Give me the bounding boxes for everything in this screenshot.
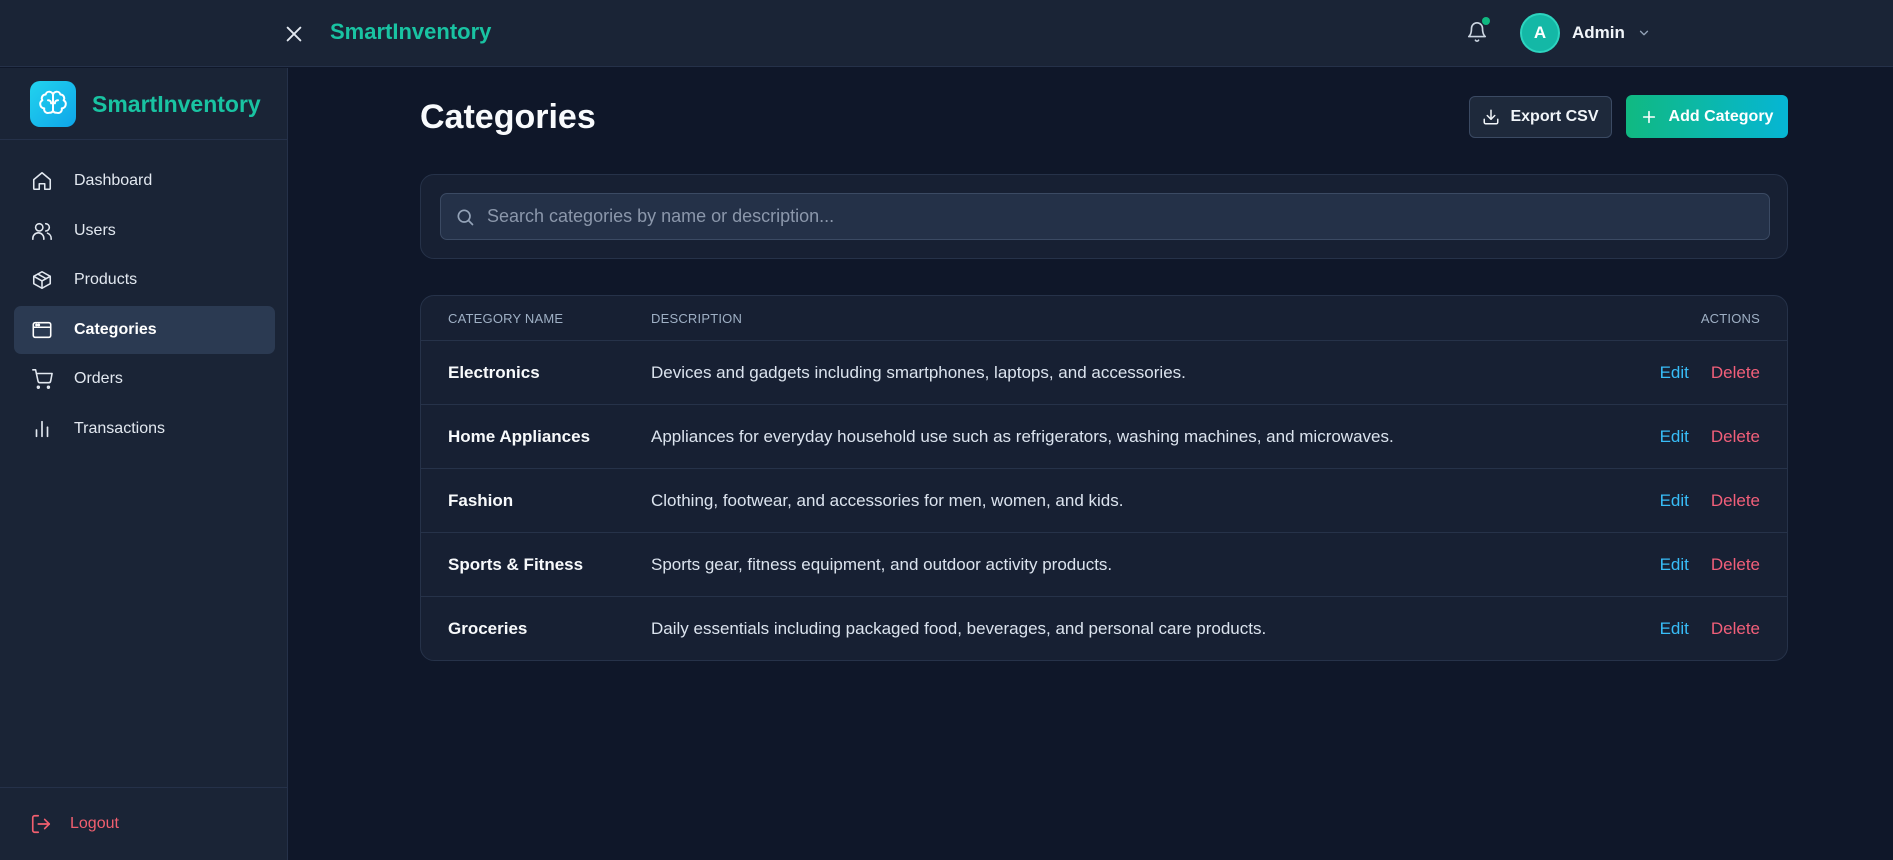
cart-icon (30, 367, 54, 391)
category-description: Clothing, footwear, and accessories for … (651, 490, 1124, 510)
window-icon (30, 318, 54, 342)
logout-button[interactable]: Logout (30, 813, 119, 835)
category-description: Appliances for everyday household use su… (651, 426, 1394, 446)
sidebar-nav: Dashboard Users Products Categories Orde… (14, 157, 275, 454)
sidebar-item-products[interactable]: Products (14, 256, 275, 304)
category-name: Home Appliances (448, 426, 591, 446)
edit-button[interactable]: Edit (1660, 555, 1689, 574)
avatar: A (1520, 13, 1560, 53)
row-actions: Edit Delete (1587, 619, 1787, 639)
sidebar-item-label: Categories (74, 320, 157, 338)
logout-icon (31, 814, 51, 834)
edit-button[interactable]: Edit (1660, 363, 1689, 382)
sidebar-item-transactions[interactable]: Transactions (14, 405, 275, 453)
table-row: Groceries Daily essentials including pac… (421, 597, 1787, 660)
table-row: Sports & Fitness Sports gear, fitness eq… (421, 533, 1787, 597)
sidebar-item-label: Transactions (74, 419, 165, 437)
row-actions: Edit Delete (1587, 555, 1787, 575)
sidebar-item-orders[interactable]: Orders (14, 355, 275, 403)
delete-button[interactable]: Delete (1711, 363, 1760, 382)
topbar-brand: SmartInventory (330, 19, 492, 44)
add-category-label: Add Category (1668, 107, 1774, 125)
package-icon (30, 268, 54, 292)
home-icon (30, 169, 54, 193)
sidebar-item-users[interactable]: Users (14, 207, 275, 255)
sidebar-item-label: Orders (74, 370, 123, 387)
category-name: Groceries (448, 619, 528, 638)
sidebar-item-label: Products (74, 271, 138, 288)
category-name: Sports & Fitness (448, 554, 584, 574)
notification-dot (1482, 17, 1490, 25)
sidebar-logo[interactable]: SmartInventory (30, 81, 261, 127)
category-name: Fashion (448, 490, 514, 510)
edit-button[interactable]: Edit (1660, 619, 1689, 638)
notifications-button[interactable] (1462, 17, 1492, 47)
category-description: Sports gear, fitness equipment, and outd… (651, 554, 1113, 574)
export-csv-button[interactable]: Export CSV (1469, 96, 1612, 138)
sidebar-brand: SmartInventory (92, 90, 261, 117)
page-title: Categories (420, 98, 596, 136)
category-name: Electronics (448, 362, 540, 382)
add-category-button[interactable]: Add Category (1626, 95, 1788, 138)
category-description: Daily essentials including packaged food… (651, 619, 1267, 638)
close-icon (286, 26, 302, 42)
delete-button[interactable]: Delete (1711, 427, 1760, 446)
bar-chart-icon (30, 417, 54, 441)
header-category-name: CATEGORY NAME (448, 310, 564, 326)
sidebar: SmartInventory Dashboard Users Products … (0, 68, 288, 860)
logout-label: Logout (70, 815, 119, 832)
users-icon (30, 219, 54, 243)
sidebar-item-dashboard[interactable]: Dashboard (14, 157, 275, 205)
categories-table: CATEGORY NAME DESCRIPTION ACTIONS Electr… (420, 295, 1788, 661)
export-csv-label: Export CSV (1510, 108, 1599, 125)
close-sidebar-button[interactable] (280, 20, 308, 48)
row-actions: Edit Delete (1587, 427, 1787, 447)
user-name: Admin (1572, 23, 1625, 42)
table-row: Electronics Devices and gadgets includin… (421, 341, 1787, 405)
user-menu[interactable]: A Admin (1520, 12, 1651, 54)
delete-button[interactable]: Delete (1711, 619, 1760, 638)
edit-button[interactable]: Edit (1660, 427, 1689, 446)
category-description: Devices and gadgets including smartphone… (651, 362, 1186, 382)
row-actions: Edit Delete (1587, 363, 1787, 383)
search-icon (457, 209, 474, 225)
app-root: SmartInventory A Admin SmartInventory Da… (0, 0, 1893, 860)
sidebar-divider (0, 139, 288, 140)
table-header: CATEGORY NAME DESCRIPTION ACTIONS (421, 296, 1787, 341)
download-icon (1483, 109, 1499, 125)
top-bar: SmartInventory A Admin (0, 0, 1893, 67)
header-description: DESCRIPTION (651, 310, 743, 326)
chevron-down-icon (1639, 30, 1649, 36)
edit-button[interactable]: Edit (1660, 491, 1689, 510)
header-actions: ACTIONS (1700, 310, 1760, 326)
sidebar-item-label: Dashboard (74, 172, 153, 189)
search-card (420, 174, 1788, 259)
search-input[interactable] (487, 206, 1769, 227)
row-actions: Edit Delete (1587, 491, 1787, 511)
sidebar-item-categories[interactable]: Categories (14, 305, 275, 354)
plus-icon (1642, 110, 1655, 123)
search-box[interactable] (440, 193, 1770, 240)
table-row: Home Appliances Appliances for everyday … (421, 405, 1787, 469)
delete-button[interactable]: Delete (1711, 491, 1760, 510)
sidebar-item-label: Users (74, 221, 116, 239)
delete-button[interactable]: Delete (1711, 555, 1760, 574)
sidebar-divider (0, 787, 288, 788)
brain-logo-icon (30, 81, 76, 127)
table-row: Fashion Clothing, footwear, and accessor… (421, 469, 1787, 533)
